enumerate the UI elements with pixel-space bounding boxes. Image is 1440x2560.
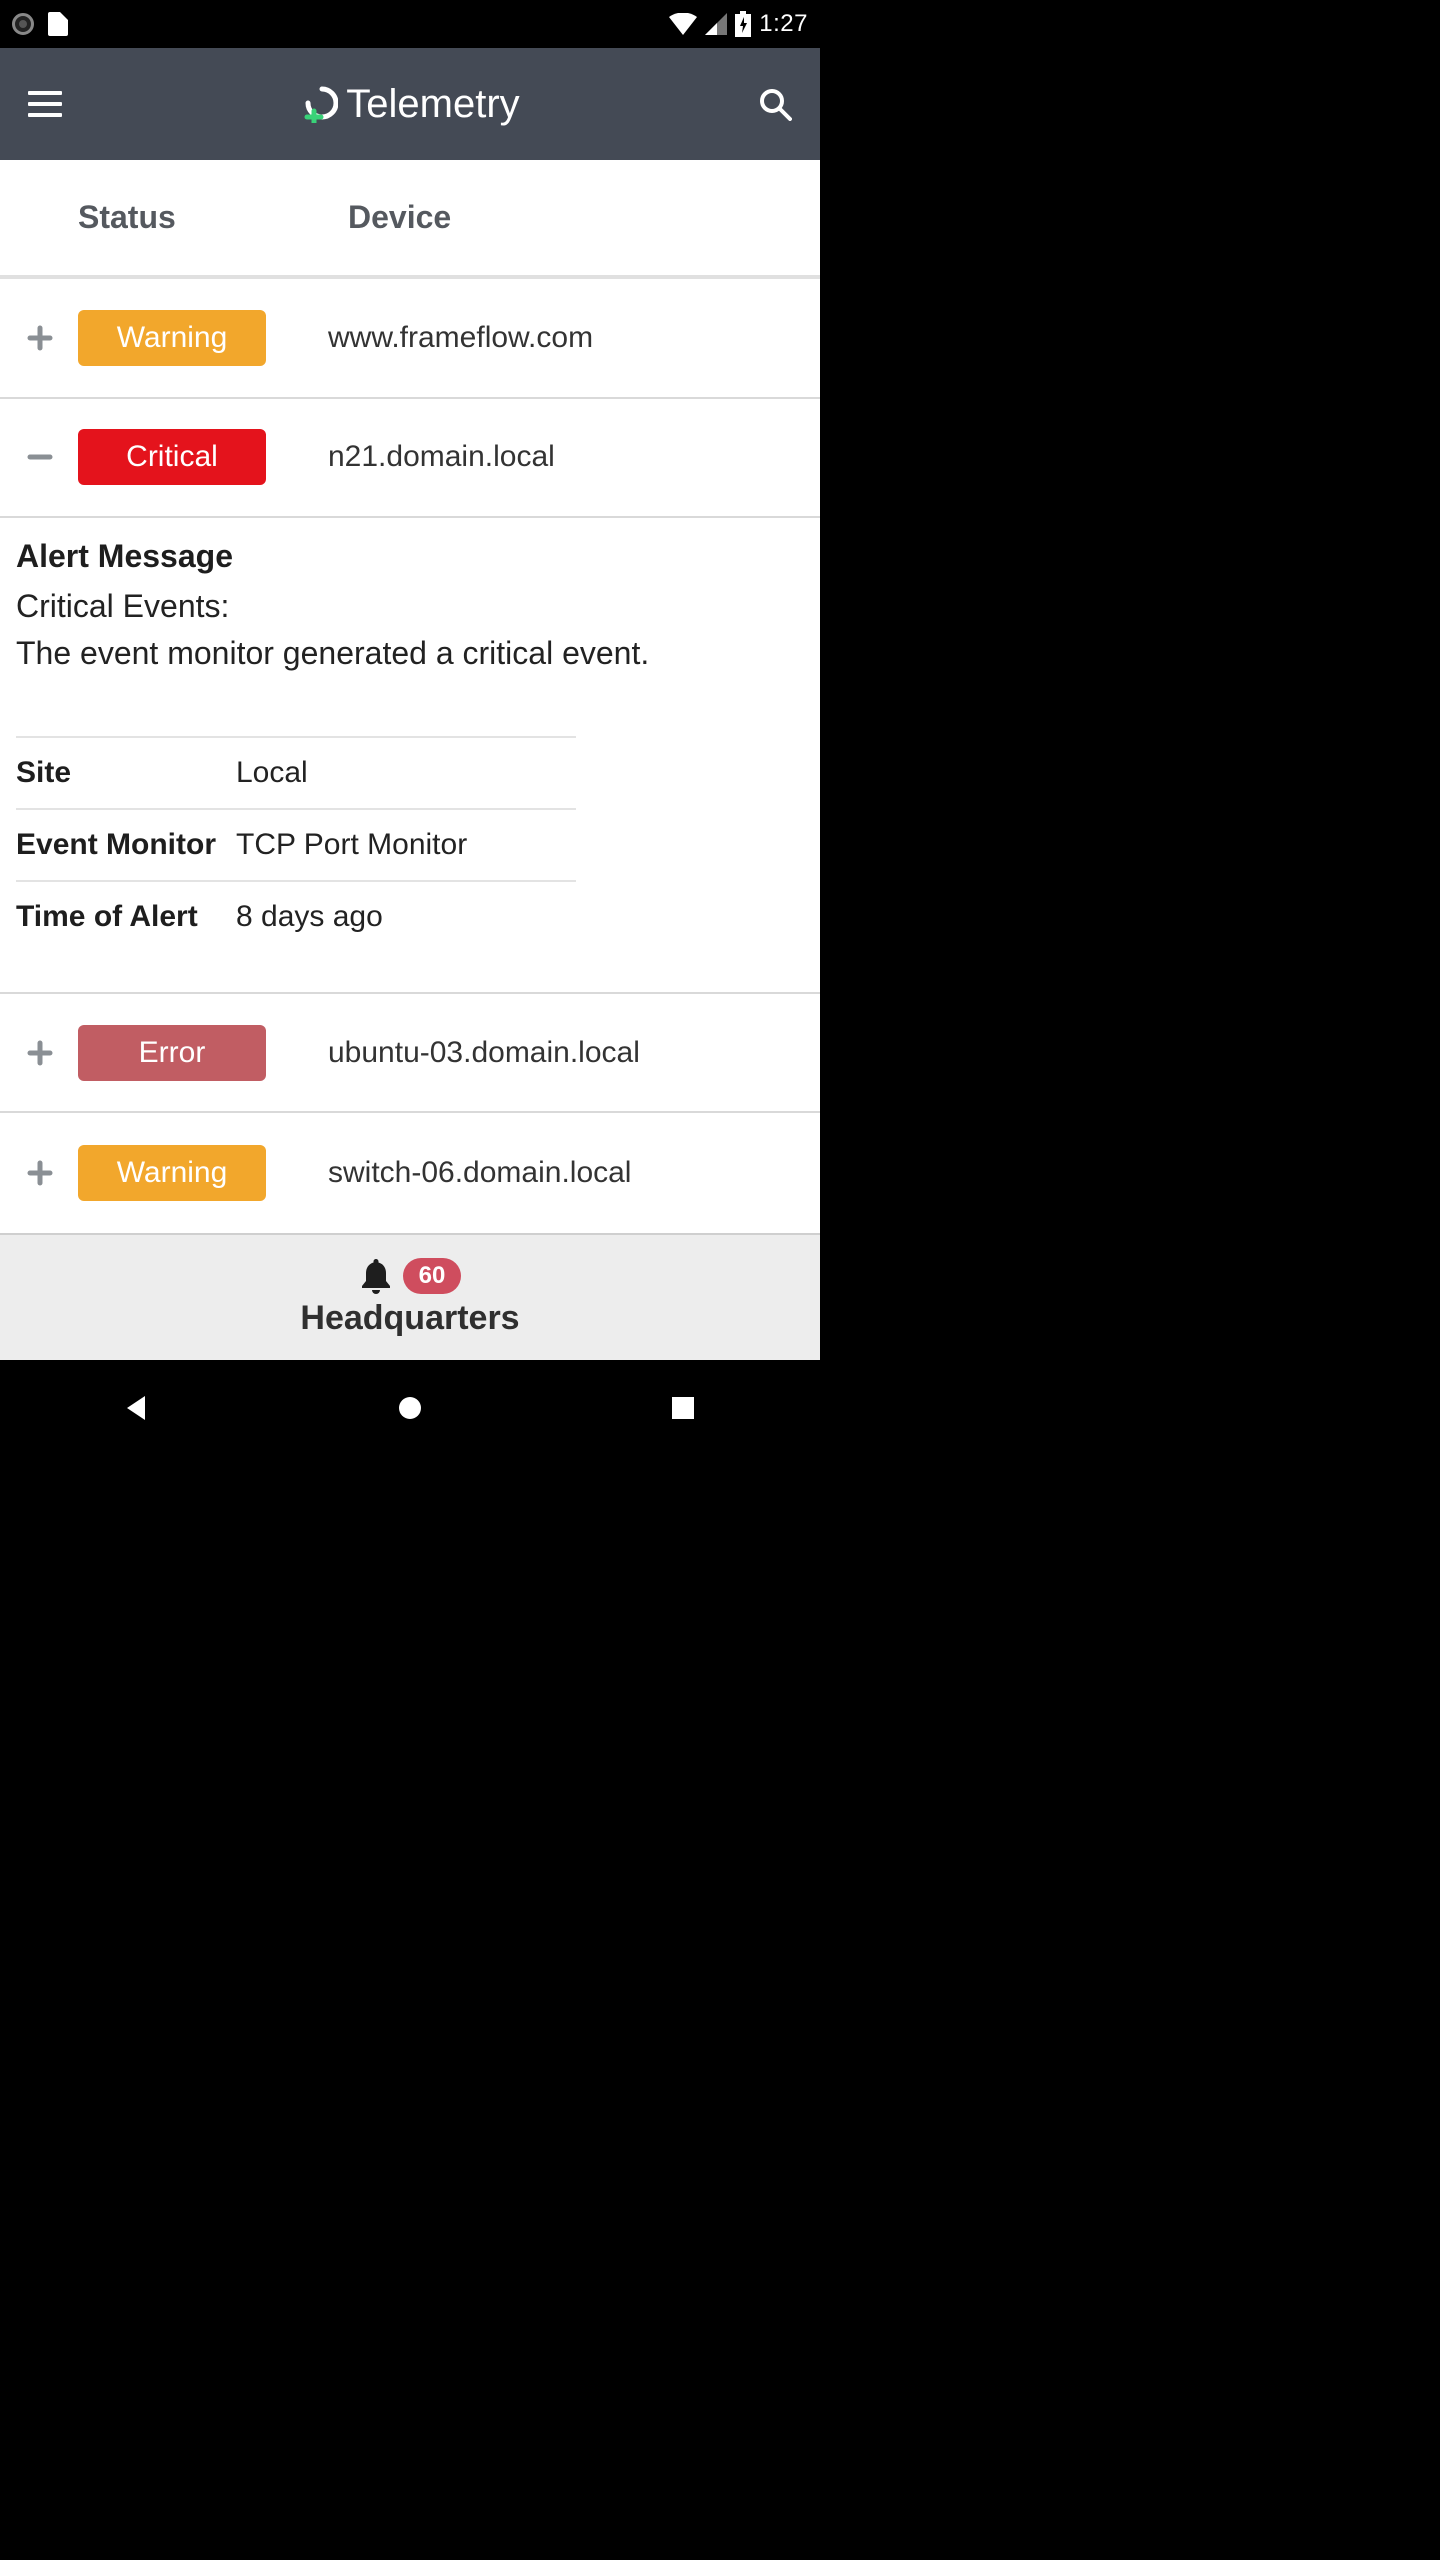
detail-field-value: TCP Port Monitor: [236, 828, 467, 862]
table-row[interactable]: Critical n21.domain.local: [0, 399, 820, 518]
cell-signal-icon: [705, 13, 727, 35]
battery-charging-icon: [735, 11, 751, 37]
bell-icon: [359, 1257, 393, 1295]
detail-field-value: Local: [236, 756, 308, 790]
column-header-device: Device: [348, 199, 451, 236]
minus-icon: [27, 444, 53, 470]
table-row[interactable]: Warning www.frameflow.com: [0, 279, 820, 398]
status-badge: Error: [78, 1025, 266, 1081]
detail-heading: Alert Message: [16, 538, 804, 575]
wifi-icon: [669, 13, 697, 35]
search-button[interactable]: [758, 87, 792, 121]
detail-field-label: Time of Alert: [16, 900, 236, 934]
device-name: ubuntu-03.domain.local: [328, 1036, 640, 1070]
search-icon: [758, 87, 792, 121]
detail-line: The event monitor generated a critical e…: [16, 630, 804, 676]
device-name: switch-06.domain.local: [328, 1156, 631, 1190]
status-badge: Critical: [78, 429, 266, 485]
detail-line: Critical Events:: [16, 583, 804, 629]
expand-button[interactable]: [20, 1033, 60, 1073]
app-logo-icon: [300, 85, 338, 123]
square-recent-icon: [670, 1395, 696, 1421]
app-title: Telemetry: [346, 82, 519, 127]
expand-button[interactable]: [20, 318, 60, 358]
alerts-list: Status Device Warning www.frameflow.com …: [0, 160, 820, 1360]
sd-card-icon: [48, 12, 68, 36]
detail-field-value: 8 days ago: [236, 900, 383, 934]
nav-home-button[interactable]: [390, 1388, 430, 1428]
recording-icon: [12, 13, 34, 35]
nav-recent-button[interactable]: [663, 1388, 703, 1428]
table-row[interactable]: Error ubuntu-03.domain.local: [0, 994, 820, 1113]
footer-bar[interactable]: 60 Headquarters: [0, 1233, 820, 1360]
expand-button[interactable]: [20, 1153, 60, 1193]
status-clock: 1:27: [759, 10, 808, 38]
triangle-back-icon: [123, 1394, 151, 1422]
collapse-button[interactable]: [20, 437, 60, 477]
row-detail-panel: Alert Message Critical Events: The event…: [0, 518, 820, 994]
column-header-status: Status: [78, 199, 348, 236]
table-header-row: Status Device: [0, 160, 820, 279]
detail-field-label: Event Monitor: [16, 828, 236, 862]
android-status-bar: 1:27: [0, 0, 820, 48]
device-name: www.frameflow.com: [328, 321, 593, 355]
device-name: n21.domain.local: [328, 440, 555, 474]
detail-field-label: Site: [16, 756, 236, 790]
nav-back-button[interactable]: [117, 1388, 157, 1428]
plus-icon: [27, 1040, 53, 1066]
status-badge: Warning: [78, 310, 266, 366]
menu-button[interactable]: [28, 91, 62, 117]
android-nav-bar: [0, 1360, 820, 1456]
table-row[interactable]: Warning switch-06.domain.local: [0, 1113, 820, 1232]
footer-label: Headquarters: [300, 1299, 519, 1338]
circle-home-icon: [396, 1394, 424, 1422]
app-bar: Telemetry: [0, 48, 820, 160]
notification-count-badge: 60: [403, 1258, 462, 1294]
plus-icon: [27, 325, 53, 351]
status-badge: Warning: [78, 1145, 266, 1201]
plus-icon: [27, 1160, 53, 1186]
